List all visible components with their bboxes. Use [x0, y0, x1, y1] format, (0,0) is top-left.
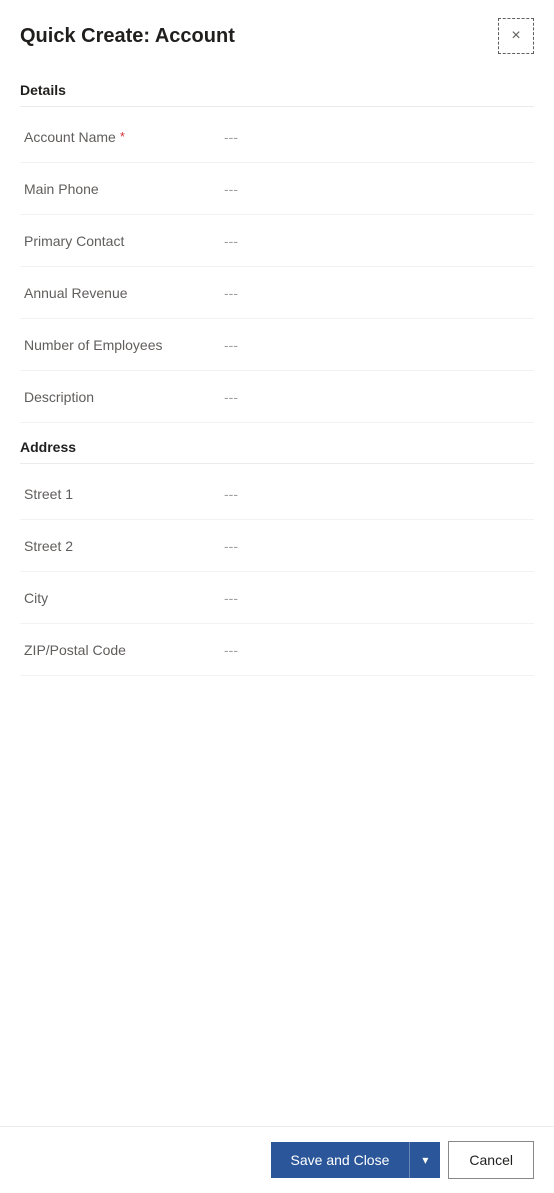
cancel-button[interactable]: Cancel	[448, 1141, 534, 1179]
field-label-text-zip-postal-code: ZIP/Postal Code	[24, 642, 126, 658]
field-row-annual-revenue: Annual Revenue ---	[20, 267, 534, 319]
field-value-street-1[interactable]: ---	[224, 486, 530, 502]
field-label-street-2: Street 2	[24, 538, 224, 554]
modal-body: DetailsAccount Name*---Main Phone---Prim…	[0, 66, 554, 1126]
field-value-city[interactable]: ---	[224, 590, 530, 606]
field-label-description: Description	[24, 389, 224, 405]
field-row-street-2: Street 2 ---	[20, 520, 534, 572]
save-and-close-button[interactable]: Save and Close	[271, 1142, 410, 1178]
field-label-annual-revenue: Annual Revenue	[24, 285, 224, 301]
field-row-number-of-employees: Number of Employees ---	[20, 319, 534, 371]
field-label-account-name: Account Name *	[24, 129, 224, 145]
field-label-text-number-of-employees: Number of Employees	[24, 337, 163, 353]
field-row-account-name: Account Name * ---	[20, 111, 534, 163]
field-value-zip-postal-code[interactable]: ---	[224, 642, 530, 658]
field-value-number-of-employees[interactable]: ---	[224, 337, 530, 353]
field-value-account-name[interactable]: ---	[224, 129, 530, 145]
field-label-number-of-employees: Number of Employees	[24, 337, 224, 353]
field-row-description: Description ---	[20, 371, 534, 423]
field-label-text-description: Description	[24, 389, 94, 405]
field-label-text-account-name: Account Name	[24, 129, 116, 145]
modal-quick-create-account: Quick Create: Account × Details Account N…	[0, 0, 554, 1193]
save-dropdown-button[interactable]: ▾	[409, 1142, 440, 1178]
field-label-street-1: Street 1	[24, 486, 224, 502]
field-value-main-phone[interactable]: ---	[224, 181, 530, 197]
modal-footer: Save and Close ▾ Cancel	[0, 1126, 554, 1193]
save-button-group: Save and Close ▾	[271, 1142, 441, 1178]
field-row-street-1: Street 1 ---	[20, 468, 534, 520]
field-label-text-city: City	[24, 590, 48, 606]
field-row-zip-postal-code: ZIP/Postal Code ---	[20, 624, 534, 676]
field-label-city: City	[24, 590, 224, 606]
field-label-text-primary-contact: Primary Contact	[24, 233, 124, 249]
field-label-text-street-1: Street 1	[24, 486, 73, 502]
field-label-text-street-2: Street 2	[24, 538, 73, 554]
modal-title: Quick Create: Account	[20, 25, 235, 48]
section-header-address: Address	[20, 423, 534, 464]
field-label-primary-contact: Primary Contact	[24, 233, 224, 249]
field-value-primary-contact[interactable]: ---	[224, 233, 530, 249]
close-button[interactable]: ×	[498, 18, 534, 54]
field-value-street-2[interactable]: ---	[224, 538, 530, 554]
field-row-main-phone: Main Phone ---	[20, 163, 534, 215]
close-icon: ×	[511, 27, 520, 45]
field-value-description[interactable]: ---	[224, 389, 530, 405]
field-row-primary-contact: Primary Contact ---	[20, 215, 534, 267]
field-label-text-annual-revenue: Annual Revenue	[24, 285, 128, 301]
required-indicator: *	[120, 129, 125, 144]
section-header-details: Details	[20, 66, 534, 107]
chevron-down-icon: ▾	[422, 1153, 428, 1167]
field-row-city: City ---	[20, 572, 534, 624]
field-label-zip-postal-code: ZIP/Postal Code	[24, 642, 224, 658]
field-label-text-main-phone: Main Phone	[24, 181, 99, 197]
field-value-annual-revenue[interactable]: ---	[224, 285, 530, 301]
modal-header: Quick Create: Account ×	[0, 0, 554, 66]
field-label-main-phone: Main Phone	[24, 181, 224, 197]
